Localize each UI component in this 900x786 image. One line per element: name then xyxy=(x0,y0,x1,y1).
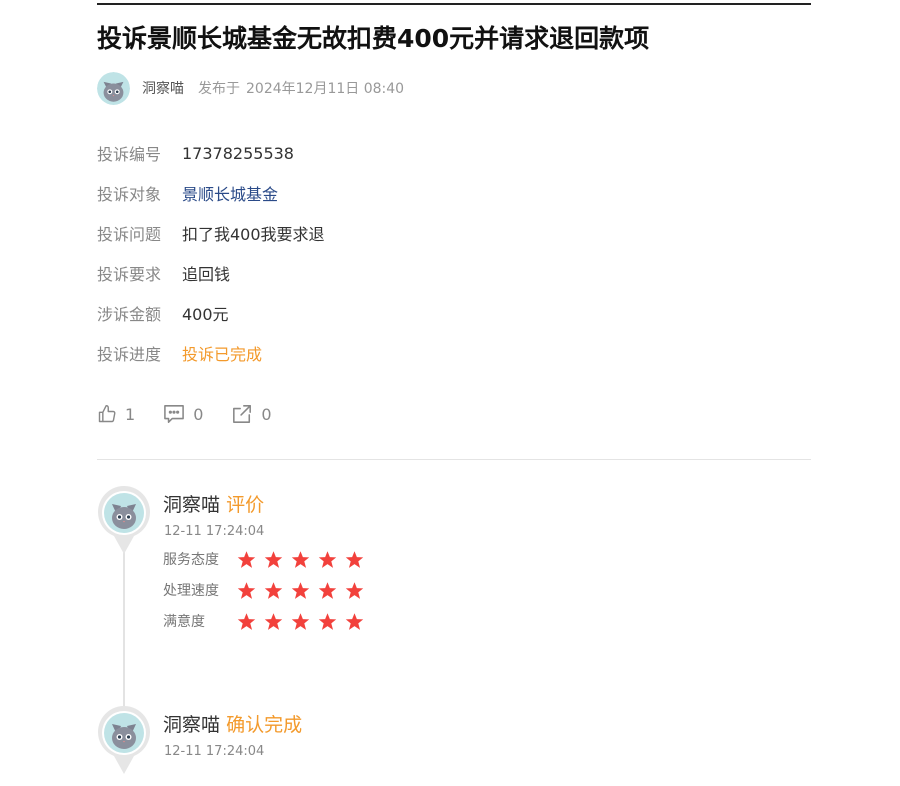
star-icon xyxy=(291,612,310,630)
rating-label: 满意度 xyxy=(163,614,205,630)
star-icon xyxy=(318,612,337,630)
comment-button[interactable]: 0 xyxy=(163,404,203,424)
publish-info: 发布于 2024年12月11日 08:40 xyxy=(198,78,404,98)
publish-label: 发布于 xyxy=(198,81,240,97)
like-count: 1 xyxy=(125,404,136,424)
star-icon xyxy=(318,550,337,568)
publish-time: 2024年12月11日 08:40 xyxy=(246,81,405,97)
rating-row-speed: 处理速度 xyxy=(163,575,372,605)
share-button[interactable]: 0 xyxy=(231,404,272,424)
star-icon xyxy=(264,550,283,568)
complaint-demand: 追回钱 xyxy=(182,265,231,284)
timeline-action: 确认完成 xyxy=(226,714,303,736)
complaint-id: 17378255538 xyxy=(182,143,294,163)
author-row: 洞察喵 发布于 2024年12月11日 08:40 xyxy=(97,71,404,105)
info-label: 投诉编号 xyxy=(97,145,162,164)
action-bar: 1 0 0 xyxy=(97,404,300,424)
info-row-id: 投诉编号 17378255538 xyxy=(97,133,325,173)
comment-count: 0 xyxy=(193,404,204,424)
timeline-user[interactable]: 洞察喵 xyxy=(163,714,220,736)
complaint-info: 投诉编号 17378255538 投诉对象 景顺长城基金 投诉问题 扣了我400… xyxy=(97,133,325,373)
rating-label: 服务态度 xyxy=(163,552,219,568)
star-icon xyxy=(318,581,337,599)
info-row-progress: 投诉进度 投诉已完成 xyxy=(97,333,325,373)
rating-label: 处理速度 xyxy=(163,583,219,599)
info-row-demand: 投诉要求 追回钱 xyxy=(97,253,325,293)
cat-avatar-icon xyxy=(96,486,152,556)
info-label: 涉诉金额 xyxy=(97,305,162,324)
timeline-line xyxy=(123,540,125,710)
cat-avatar-icon[interactable] xyxy=(97,71,130,105)
info-label: 投诉问题 xyxy=(97,225,162,244)
timeline-time: 12-11 17:24:04 xyxy=(164,744,265,759)
complaint-issue: 扣了我400我要求退 xyxy=(182,225,325,244)
thumbs-up-icon xyxy=(98,404,116,423)
complaint-progress: 投诉已完成 xyxy=(182,345,263,364)
info-row-target: 投诉对象 景顺长城基金 xyxy=(97,173,325,213)
star-icon xyxy=(237,581,256,599)
complaint-target-link[interactable]: 景顺长城基金 xyxy=(182,181,278,205)
star-icon xyxy=(345,612,364,630)
rating-row-service: 服务态度 xyxy=(163,544,372,574)
timeline-entry-header: 洞察喵 确认完成 xyxy=(163,710,302,737)
star-icon xyxy=(291,581,310,599)
info-row-amount: 涉诉金额 400元 xyxy=(97,293,325,333)
info-label: 投诉对象 xyxy=(97,185,162,204)
rating-row-satisfaction: 满意度 xyxy=(163,606,372,636)
info-label: 投诉要求 xyxy=(97,265,162,284)
info-label: 投诉进度 xyxy=(97,345,162,364)
info-row-issue: 投诉问题 扣了我400我要求退 xyxy=(97,213,325,253)
star-icon xyxy=(264,612,283,630)
timeline-entry-header: 洞察喵 评价 xyxy=(163,490,264,517)
top-rule xyxy=(97,3,811,5)
timeline-user[interactable]: 洞察喵 xyxy=(163,494,220,516)
star-icon xyxy=(345,550,364,568)
divider xyxy=(97,459,811,460)
star-icon xyxy=(264,581,283,599)
star-icon xyxy=(291,550,310,568)
complaint-amount: 400元 xyxy=(182,305,229,324)
share-icon xyxy=(233,405,252,423)
star-icon xyxy=(237,550,256,568)
timeline-action: 评价 xyxy=(226,494,265,516)
star-icon xyxy=(345,581,364,599)
comment-icon xyxy=(164,405,185,423)
author-name[interactable]: 洞察喵 xyxy=(142,78,184,98)
like-button[interactable]: 1 xyxy=(97,404,135,424)
cat-avatar-icon xyxy=(96,706,152,776)
timeline-time: 12-11 17:24:04 xyxy=(164,524,265,539)
page-title: 投诉景顺长城基金无故扣费400元并请求退回款项 xyxy=(97,24,650,53)
star-icon xyxy=(237,612,256,630)
share-count: 0 xyxy=(261,404,272,424)
